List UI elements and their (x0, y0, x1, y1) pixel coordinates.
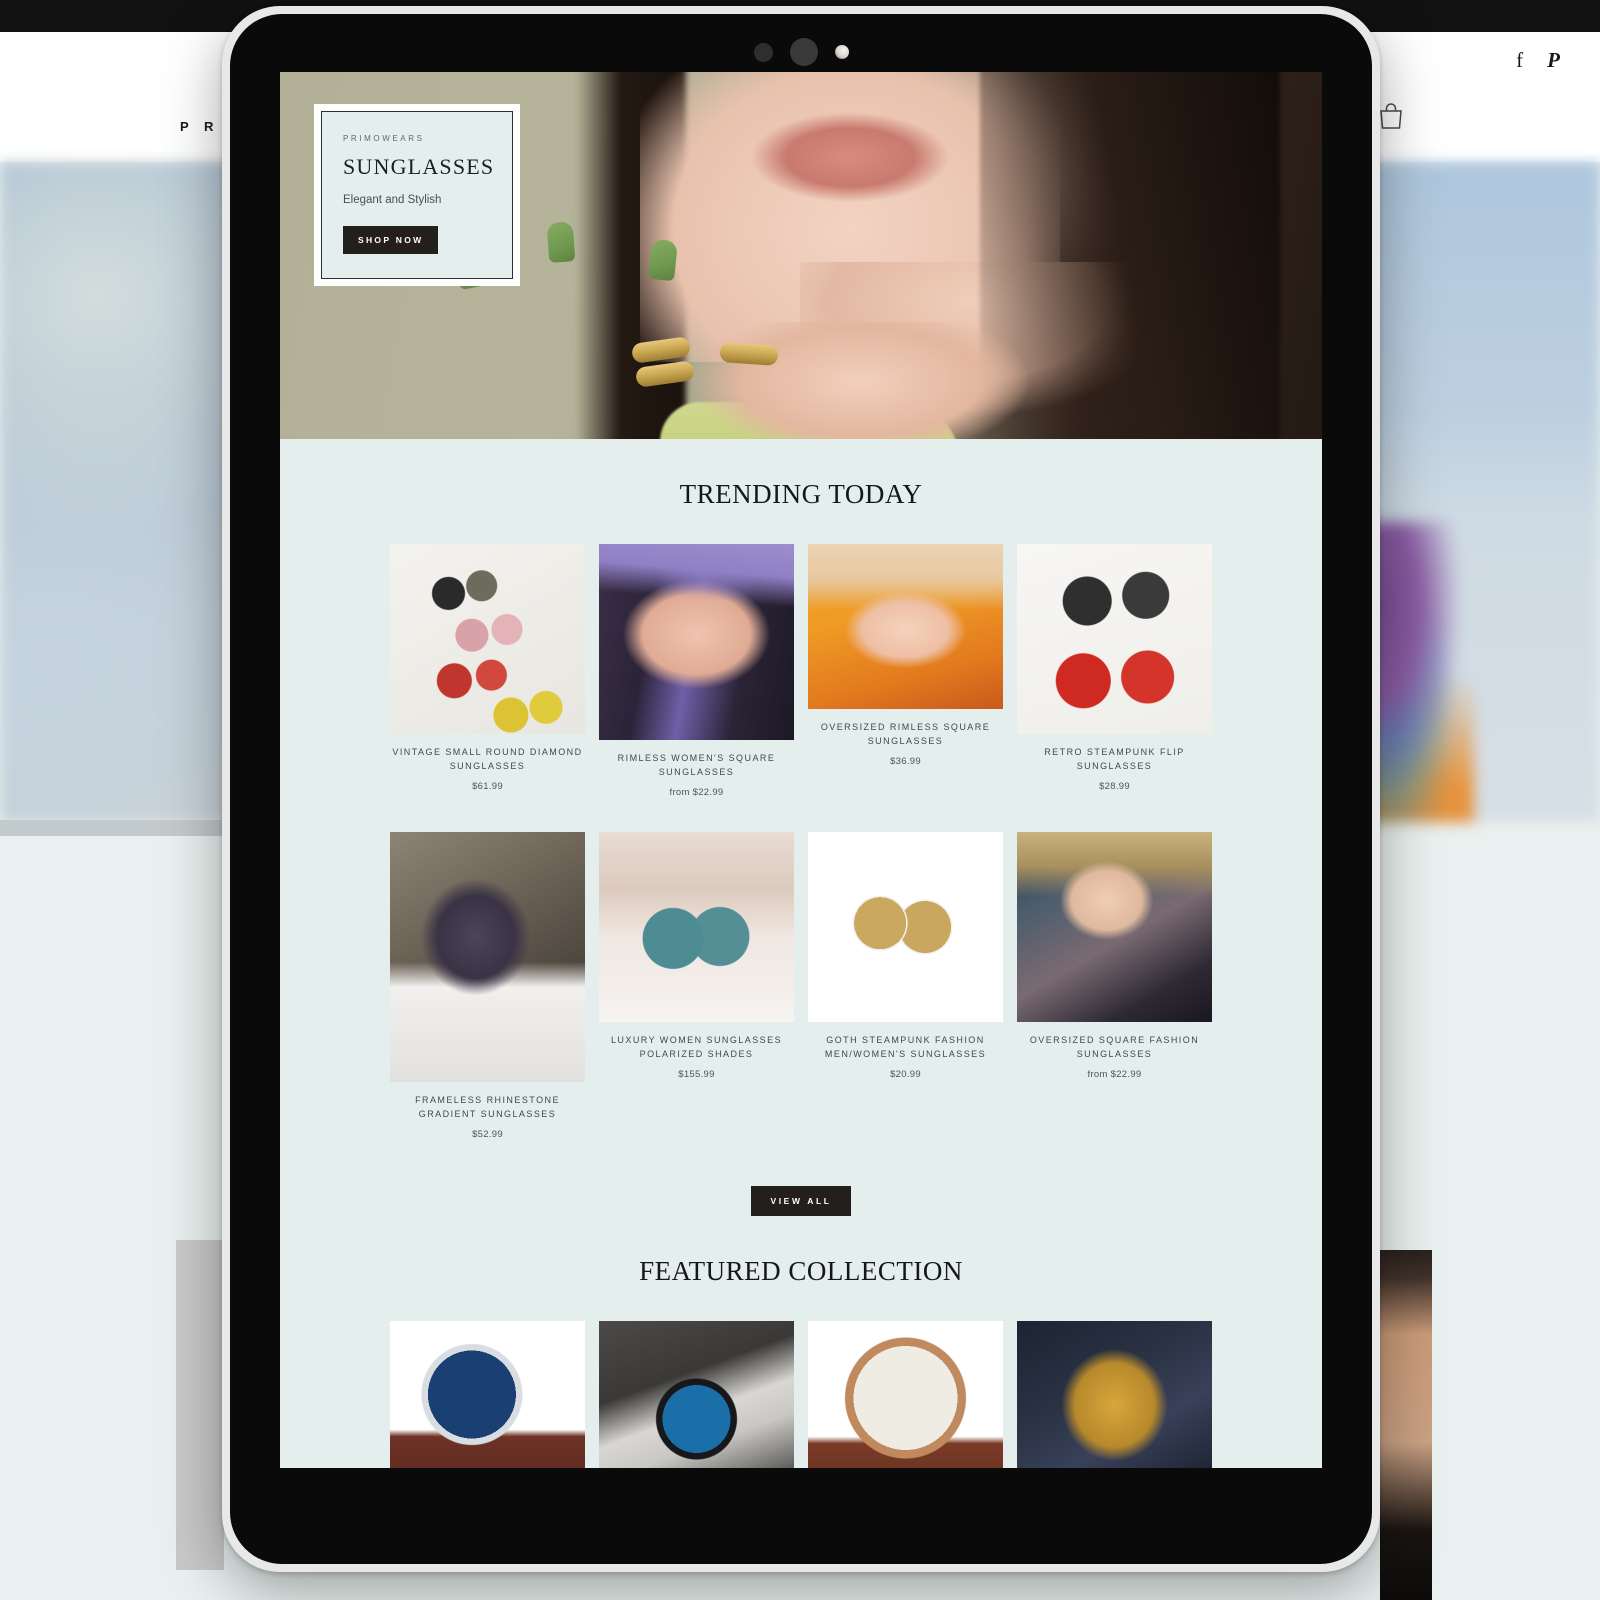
product-price: $36.99 (890, 755, 921, 767)
product-name: VINTAGE SMALL ROUND DIAMOND SUNGLASSES (392, 747, 583, 771)
product-card[interactable]: MEN'S AUTOMATIC MECHANICAL WRISTWATCH LE… (599, 1320, 794, 1468)
tablet-bezel: PRIMOWEARS SUNGLASSES Elegant and Stylis… (230, 14, 1372, 1564)
product-card[interactable]: RETRO STEAMPUNK FLIP SUNGLASSES $28.99 (1017, 544, 1212, 792)
featured-section-title: FEATURED COLLECTION (639, 1255, 963, 1286)
product-image[interactable] (1017, 1320, 1212, 1468)
product-card[interactable]: LUXURY WOMEN SUNGLASSES POLARIZED SHADES… (599, 831, 794, 1080)
product-price: $20.99 (890, 1068, 921, 1080)
product-price: $61.99 (472, 780, 503, 792)
product-card[interactable]: RIMLESS WOMEN'S SQUARE SUNGLASSES from $… (599, 544, 794, 798)
product-card[interactable]: MEN'S LEATHER CASUAL WATCH $48.99 (390, 1320, 585, 1468)
pinterest-icon[interactable]: P (1547, 49, 1560, 71)
featured-section: FEATURED COLLECTION MEN'S LEATHER CASUAL… (280, 1215, 1322, 1468)
product-card[interactable]: VINTAGE SMALL ROUND DIAMOND SUNGLASSES $… (390, 544, 585, 792)
hero-banner: PRIMOWEARS SUNGLASSES Elegant and Stylis… (280, 72, 1322, 439)
tablet-sensor-array (230, 38, 1372, 66)
product-card[interactable]: OVERSIZED RIMLESS SQUARE SUNGLASSES $36.… (808, 544, 1003, 767)
background-hero-image-right (1354, 162, 1600, 822)
facebook-icon[interactable]: f (1516, 49, 1523, 71)
shopping-bag-icon[interactable] (1378, 102, 1404, 130)
view-all-container: VIEW ALL (280, 1140, 1322, 1216)
product-image[interactable] (599, 831, 794, 1022)
product-price: $52.99 (472, 1128, 503, 1140)
product-image[interactable] (599, 1320, 794, 1468)
product-card[interactable]: GOTH STEAMPUNK FASHION MEN/WOMEN'S SUNGL… (808, 831, 1003, 1080)
product-name: LUXURY WOMEN SUNGLASSES POLARIZED SHADES (610, 1034, 783, 1059)
product-image[interactable] (808, 831, 1003, 1022)
view-all-button[interactable]: VIEW ALL (751, 1185, 851, 1216)
product-price: $155.99 (678, 1068, 715, 1080)
product-card[interactable]: FRAMELESS RHINESTONE GRADIENT SUNGLASSES… (390, 831, 585, 1140)
tablet-screen: PRIMOWEARS SUNGLASSES Elegant and Stylis… (280, 72, 1322, 1468)
hero-promo-card: PRIMOWEARS SUNGLASSES Elegant and Stylis… (314, 104, 520, 286)
product-card[interactable]: OVERSIZED SQUARE FASHION SUNGLASSES from… (1017, 831, 1212, 1080)
product-name: FRAMELESS RHINESTONE GRADIENT SUNGLASSES (415, 1094, 560, 1119)
ambient-light-sensor-icon (789, 38, 818, 66)
product-name: GOTH STEAMPUNK FASHION MEN/WOMEN'S SUNGL… (824, 1034, 987, 1059)
product-card[interactable]: MEN'S AUTOMATIC HOLLOW MECHANICAL WATCH … (808, 1320, 1003, 1468)
featured-product-grid-row-1: MEN'S LEATHER CASUAL WATCH $48.99 MEN'S … (280, 1320, 1322, 1468)
hero-nail (546, 221, 576, 263)
background-photo-right (1380, 1250, 1432, 1600)
hero-nail (647, 238, 679, 282)
product-price: from $22.99 (1087, 1068, 1142, 1080)
product-image[interactable] (1017, 544, 1212, 734)
hero-eyebrow: PRIMOWEARS (343, 134, 425, 143)
product-image[interactable] (390, 1320, 585, 1468)
hero-ring (719, 342, 779, 366)
product-image[interactable] (808, 1320, 1003, 1468)
shop-now-button[interactable]: SHOP NOW (343, 226, 439, 254)
trending-section: TRENDING TODAY VINTAGE SMALL ROUND DIAMO… (280, 439, 1322, 1216)
proximity-sensor-icon (753, 42, 773, 62)
background-divider-strip (0, 820, 224, 836)
background-hero-image-left (0, 162, 240, 822)
product-name: RETRO STEAMPUNK FLIP SUNGLASSES (1044, 747, 1185, 771)
product-price: from $22.99 (669, 786, 724, 798)
trending-section-title: TRENDING TODAY (679, 479, 923, 509)
trending-product-grid-row-2: FRAMELESS RHINESTONE GRADIENT SUNGLASSES… (280, 831, 1322, 1140)
tablet-device: PRIMOWEARS SUNGLASSES Elegant and Stylis… (222, 6, 1380, 1572)
product-card[interactable]: MEN'S CASUAL SWISS HOLLOW MECHANICAL WRI… (1017, 1320, 1212, 1468)
hero-title: SUNGLASSES (343, 154, 495, 179)
product-image[interactable] (390, 544, 585, 734)
trending-product-grid-row-1: VINTAGE SMALL ROUND DIAMOND SUNGLASSES $… (280, 544, 1322, 798)
hero-model-hand (680, 322, 1080, 439)
product-image[interactable] (1017, 831, 1212, 1022)
product-price: $28.99 (1099, 780, 1130, 792)
product-image[interactable] (390, 831, 585, 1082)
product-name: RIMLESS WOMEN'S SQUARE SUNGLASSES (617, 753, 776, 777)
hero-subtitle: Elegant and Stylish (343, 194, 442, 206)
front-camera-icon (834, 45, 849, 59)
product-name: OVERSIZED SQUARE FASHION SUNGLASSES (1029, 1034, 1200, 1059)
product-image[interactable] (808, 544, 1003, 709)
product-image[interactable] (599, 544, 794, 740)
background-content-block-left (176, 1240, 224, 1570)
product-name: OVERSIZED RIMLESS SQUARE SUNGLASSES (820, 722, 991, 746)
